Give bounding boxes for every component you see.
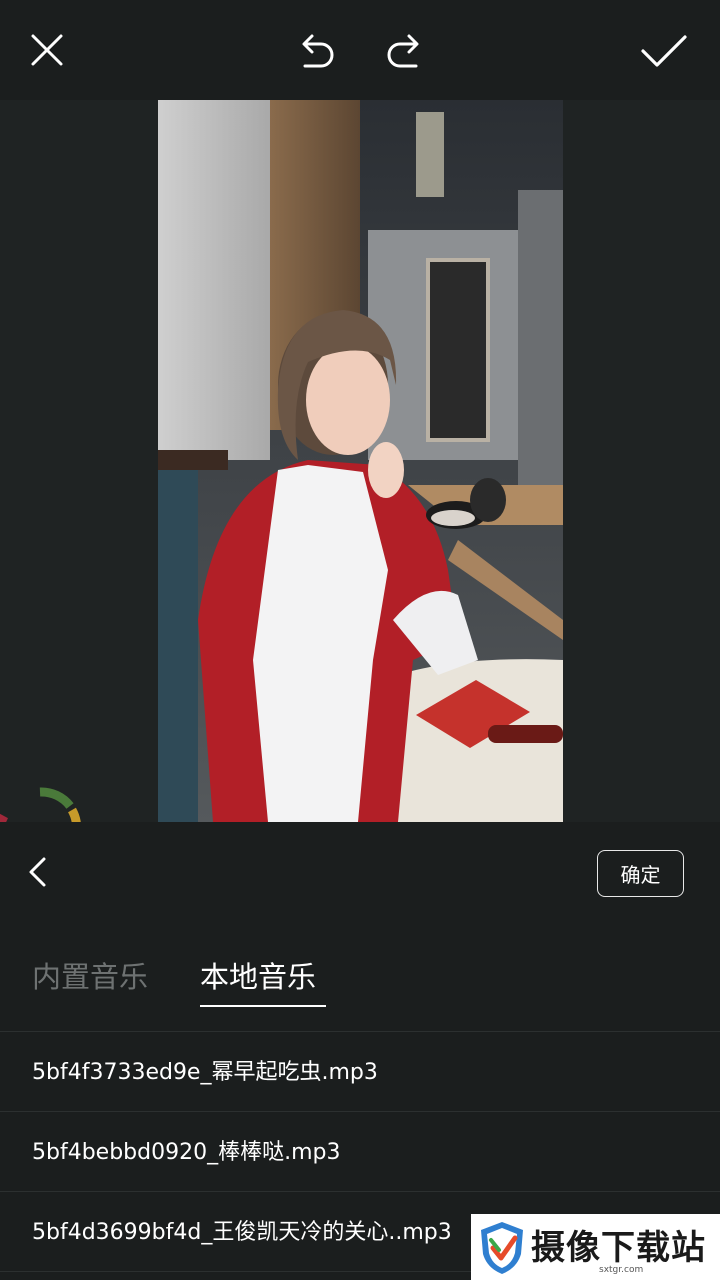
divider — [0, 1111, 720, 1112]
video-preview[interactable] — [158, 100, 563, 822]
redo-icon[interactable] — [384, 32, 424, 70]
list-item[interactable]: 5bf4f3733ed9e_幂早起吃虫.mp3 — [0, 1033, 720, 1112]
top-toolbar — [0, 0, 720, 100]
back-chevron-icon[interactable] — [26, 856, 50, 888]
confirm-button[interactable]: 确定 — [597, 850, 684, 897]
watermark-domain: sxtgr.com — [599, 1265, 644, 1275]
tab-local-music[interactable]: 本地音乐 — [200, 955, 316, 999]
list-item[interactable]: 5bf4bebbd0920_棒棒哒.mp3 — [0, 1113, 720, 1192]
divider — [0, 1031, 720, 1032]
active-tab-indicator — [200, 1005, 326, 1007]
watermark-title: 摄像下载站 — [531, 1228, 706, 1268]
shield-logo-icon — [481, 1222, 523, 1274]
close-icon[interactable] — [30, 33, 64, 67]
file-name: 5bf4d3699bf4d_王俊凯天冷的关心..mp3 — [32, 1220, 452, 1245]
file-name: 5bf4f3733ed9e_幂早起吃虫.mp3 — [32, 1060, 378, 1085]
divider — [0, 1191, 720, 1192]
file-name: 5bf4bebbd0920_棒棒哒.mp3 — [32, 1140, 341, 1165]
undo-icon[interactable] — [297, 32, 337, 70]
site-watermark: 摄像下载站 sxtgr.com — [471, 1214, 720, 1280]
tab-builtin-music[interactable]: 内置音乐 — [32, 955, 148, 999]
checkmark-icon[interactable] — [640, 34, 688, 68]
